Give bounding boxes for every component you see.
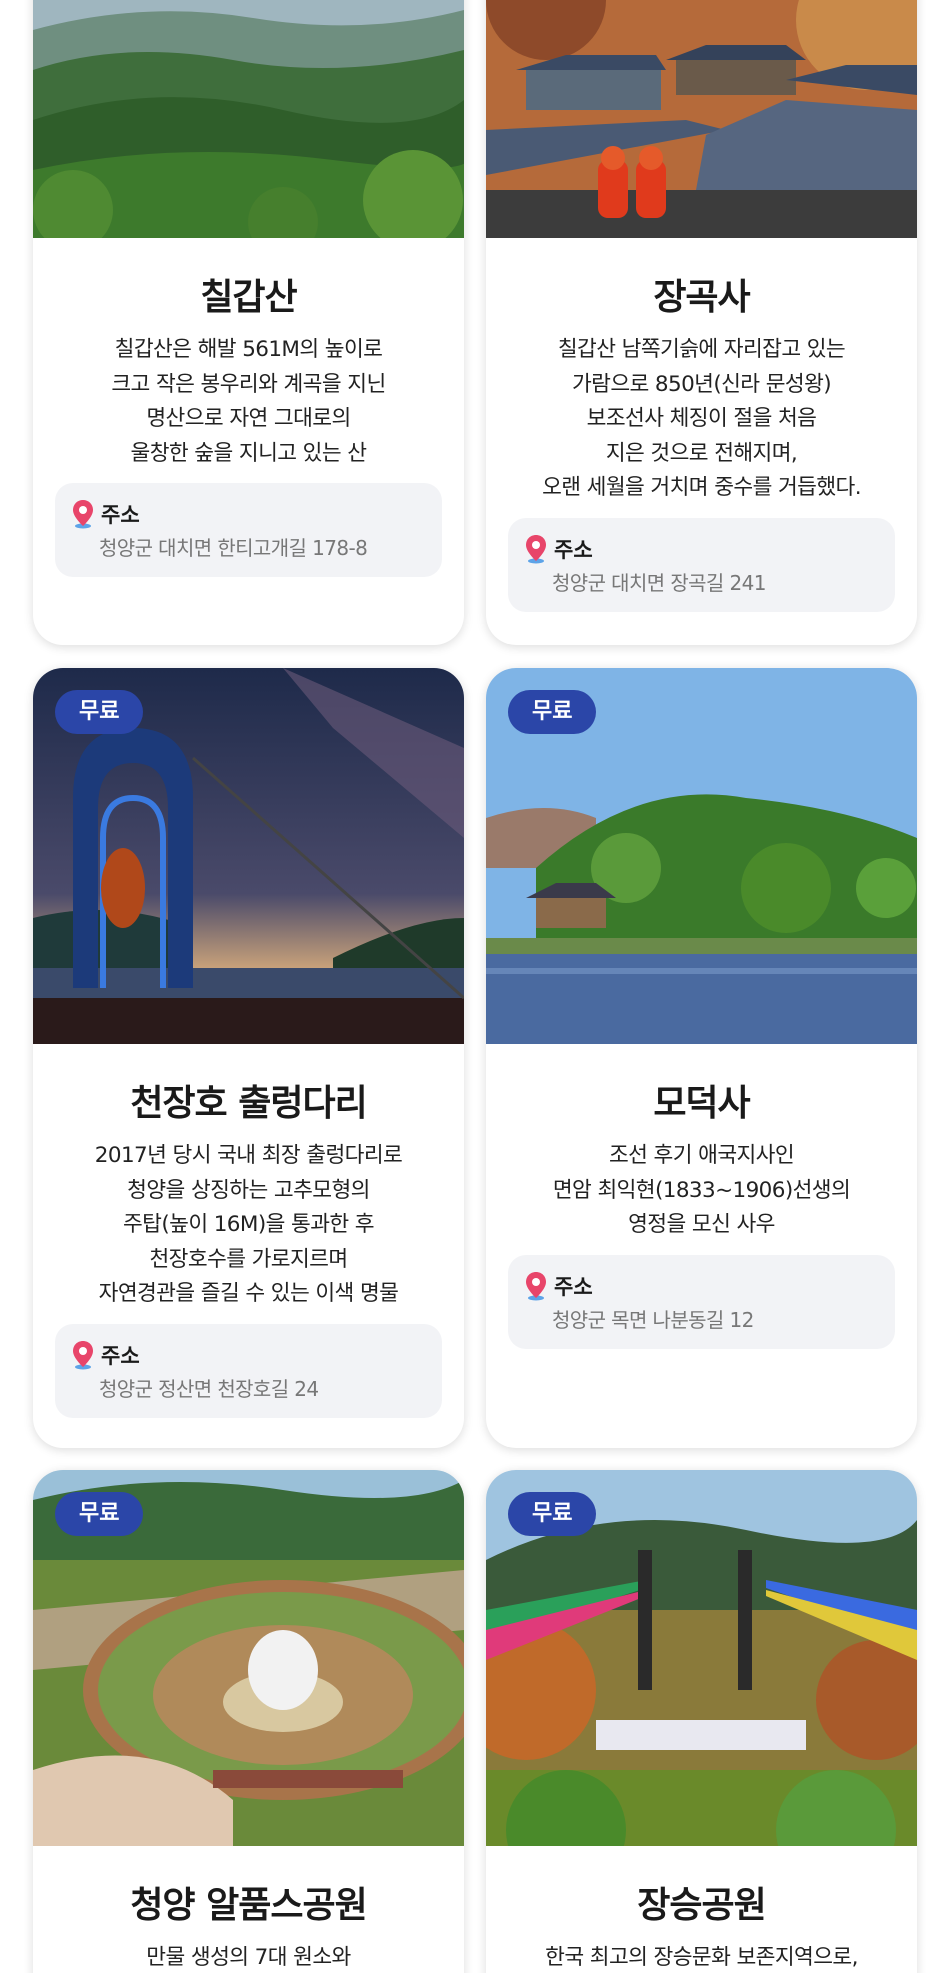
card-title: 모덕사 — [653, 1083, 750, 1124]
address-text: 청양군 대치면 한티고개길 178-8 — [99, 536, 368, 560]
attraction-card-chilgapsan[interactable]: 칠갑산 칠갑산은 해발 561M의 높이로 크고 작은 봉우리와 계곡을 지닌 … — [33, 0, 464, 645]
card-description: 만물 생성의 7대 원소와 — [146, 1945, 351, 1970]
card-description: 칠갑산 남쪽기슭에 자리잡고 있는 가람으로 850년(신라 문성왕) 보조선사… — [542, 337, 861, 500]
card-description: 조선 후기 애국지사인 면암 최익현(1833~1906)선생의 영정을 모신 … — [552, 1143, 851, 1237]
card-title: 청양 알품스공원 — [130, 1885, 367, 1926]
address-box: 주소 청양군 목면 나분동길 12 — [508, 1254, 895, 1349]
attraction-card-alps-park[interactable]: 무료 청양 알품스공원 만물 생성의 7대 원소와 — [33, 1470, 464, 1973]
card-title: 칠갑산 — [200, 277, 297, 318]
card-description: 2017년 당시 국내 최장 출렁다리로 청양을 상징하는 고추모형의 주탑(높… — [94, 1143, 403, 1306]
mountain-forest-photo — [33, 0, 464, 238]
address-label: 주소 — [101, 1343, 140, 1368]
attraction-card-jangseung-park[interactable]: 무료 장승공원 한국 최고의 장승문화 보존지역으로, — [486, 1470, 917, 1973]
free-badge: 무료 — [508, 690, 597, 734]
card-title: 천장호 출렁다리 — [130, 1083, 367, 1124]
location-pin-icon — [526, 534, 546, 563]
location-pin-icon — [73, 500, 93, 529]
address-text: 청양군 정산면 천장호길 24 — [99, 1376, 319, 1401]
address-label: 주소 — [101, 503, 140, 527]
free-badge: 무료 — [508, 1492, 597, 1536]
free-badge: 무료 — [55, 1492, 144, 1536]
card-title: 장곡사 — [653, 277, 750, 318]
address-label: 주소 — [554, 1274, 593, 1299]
attraction-card-cheonjangho-bridge[interactable]: 무료 천장호 출렁다리 2017년 당시 국내 최장 출렁다리로 청양을 상징하… — [33, 668, 464, 1448]
card-description: 칠갑산은 해발 561M의 높이로 크고 작은 봉우리와 계곡을 지닌 명산으로… — [111, 337, 386, 466]
free-badge: 무료 — [55, 690, 144, 734]
address-box: 주소 청양군 대치면 한티고개길 178-8 — [55, 483, 442, 577]
card-description: 한국 최고의 장승문화 보존지역으로, — [545, 1945, 858, 1970]
attraction-card-janggoksa[interactable]: 장곡사 칠갑산 남쪽기슭에 자리잡고 있는 가람으로 850년(신라 문성왕) … — [486, 0, 917, 645]
address-box: 주소 청양군 대치면 장곡길 241 — [508, 517, 895, 612]
card-title: 장승공원 — [637, 1885, 766, 1926]
address-text: 청양군 대치면 장곡길 241 — [552, 570, 766, 595]
attraction-card-modeoksa[interactable]: 무료 모덕사 조선 후기 애국지사인 면암 최익현(1833~1906)선생의 … — [486, 668, 917, 1448]
address-label: 주소 — [554, 537, 593, 562]
address-box: 주소 청양군 정산면 천장호길 24 — [55, 1323, 442, 1418]
temple-photo — [486, 0, 917, 238]
address-text: 청양군 목면 나분동길 12 — [552, 1307, 754, 1332]
location-pin-icon — [73, 1340, 93, 1369]
location-pin-icon — [526, 1271, 546, 1300]
